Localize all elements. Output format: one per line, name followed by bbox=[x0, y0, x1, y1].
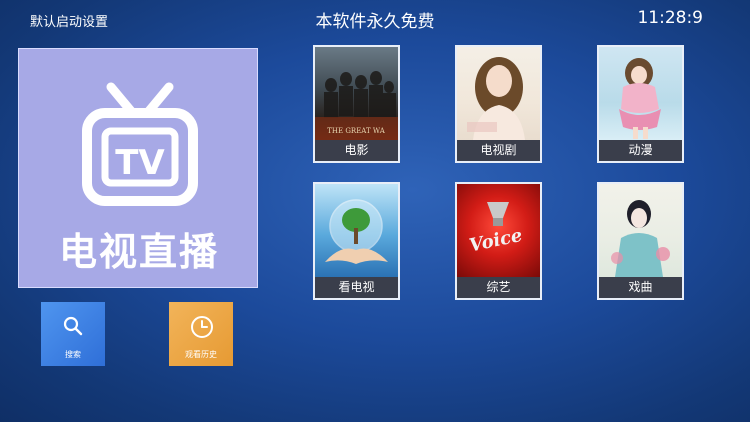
clock: 11:28:9 bbox=[637, 8, 703, 28]
search-icon bbox=[63, 316, 83, 336]
category-tile-tv-drama[interactable]: 电视剧 bbox=[455, 45, 542, 163]
svg-text:TV: TV bbox=[115, 143, 165, 183]
movie-poster: THE GREAT WA bbox=[315, 47, 398, 140]
category-tile-movie[interactable]: THE GREAT WA 电影 bbox=[313, 45, 400, 163]
anime-poster bbox=[599, 47, 682, 140]
top-bar: 默认启动设置 本软件永久免费 11:28:9 bbox=[0, 0, 750, 38]
watch-tv-poster bbox=[315, 184, 398, 277]
svg-text:THE GREAT WA: THE GREAT WA bbox=[327, 127, 385, 135]
tv-drama-poster bbox=[457, 47, 540, 140]
category-label: 看电视 bbox=[315, 277, 398, 298]
search-button[interactable]: 搜索 bbox=[41, 302, 105, 366]
category-label: 电视剧 bbox=[457, 140, 540, 161]
live-tv-tile[interactable]: TV 电视直播 bbox=[18, 48, 258, 288]
category-tile-opera[interactable]: 戏曲 bbox=[597, 182, 684, 300]
category-label: 综艺 bbox=[457, 277, 540, 298]
category-label: 电影 bbox=[315, 140, 398, 161]
opera-poster bbox=[599, 184, 682, 277]
search-label: 搜索 bbox=[65, 350, 81, 359]
category-tile-variety[interactable]: Voice 综艺 bbox=[455, 182, 542, 300]
category-label: 动漫 bbox=[599, 140, 682, 161]
category-tile-anime[interactable]: 动漫 bbox=[597, 45, 684, 163]
category-label: 戏曲 bbox=[599, 277, 682, 298]
live-tv-label: 电视直播 bbox=[58, 230, 219, 274]
watch-history-label: 观看历史 bbox=[185, 350, 217, 359]
clock-icon bbox=[191, 316, 213, 338]
watch-history-button[interactable]: 观看历史 bbox=[169, 302, 233, 366]
category-tile-watch-tv[interactable]: 看电视 bbox=[313, 182, 400, 300]
variety-poster: Voice bbox=[457, 184, 540, 277]
tv-icon: TV bbox=[82, 82, 198, 206]
svg-text:Voice: Voice bbox=[467, 225, 524, 257]
